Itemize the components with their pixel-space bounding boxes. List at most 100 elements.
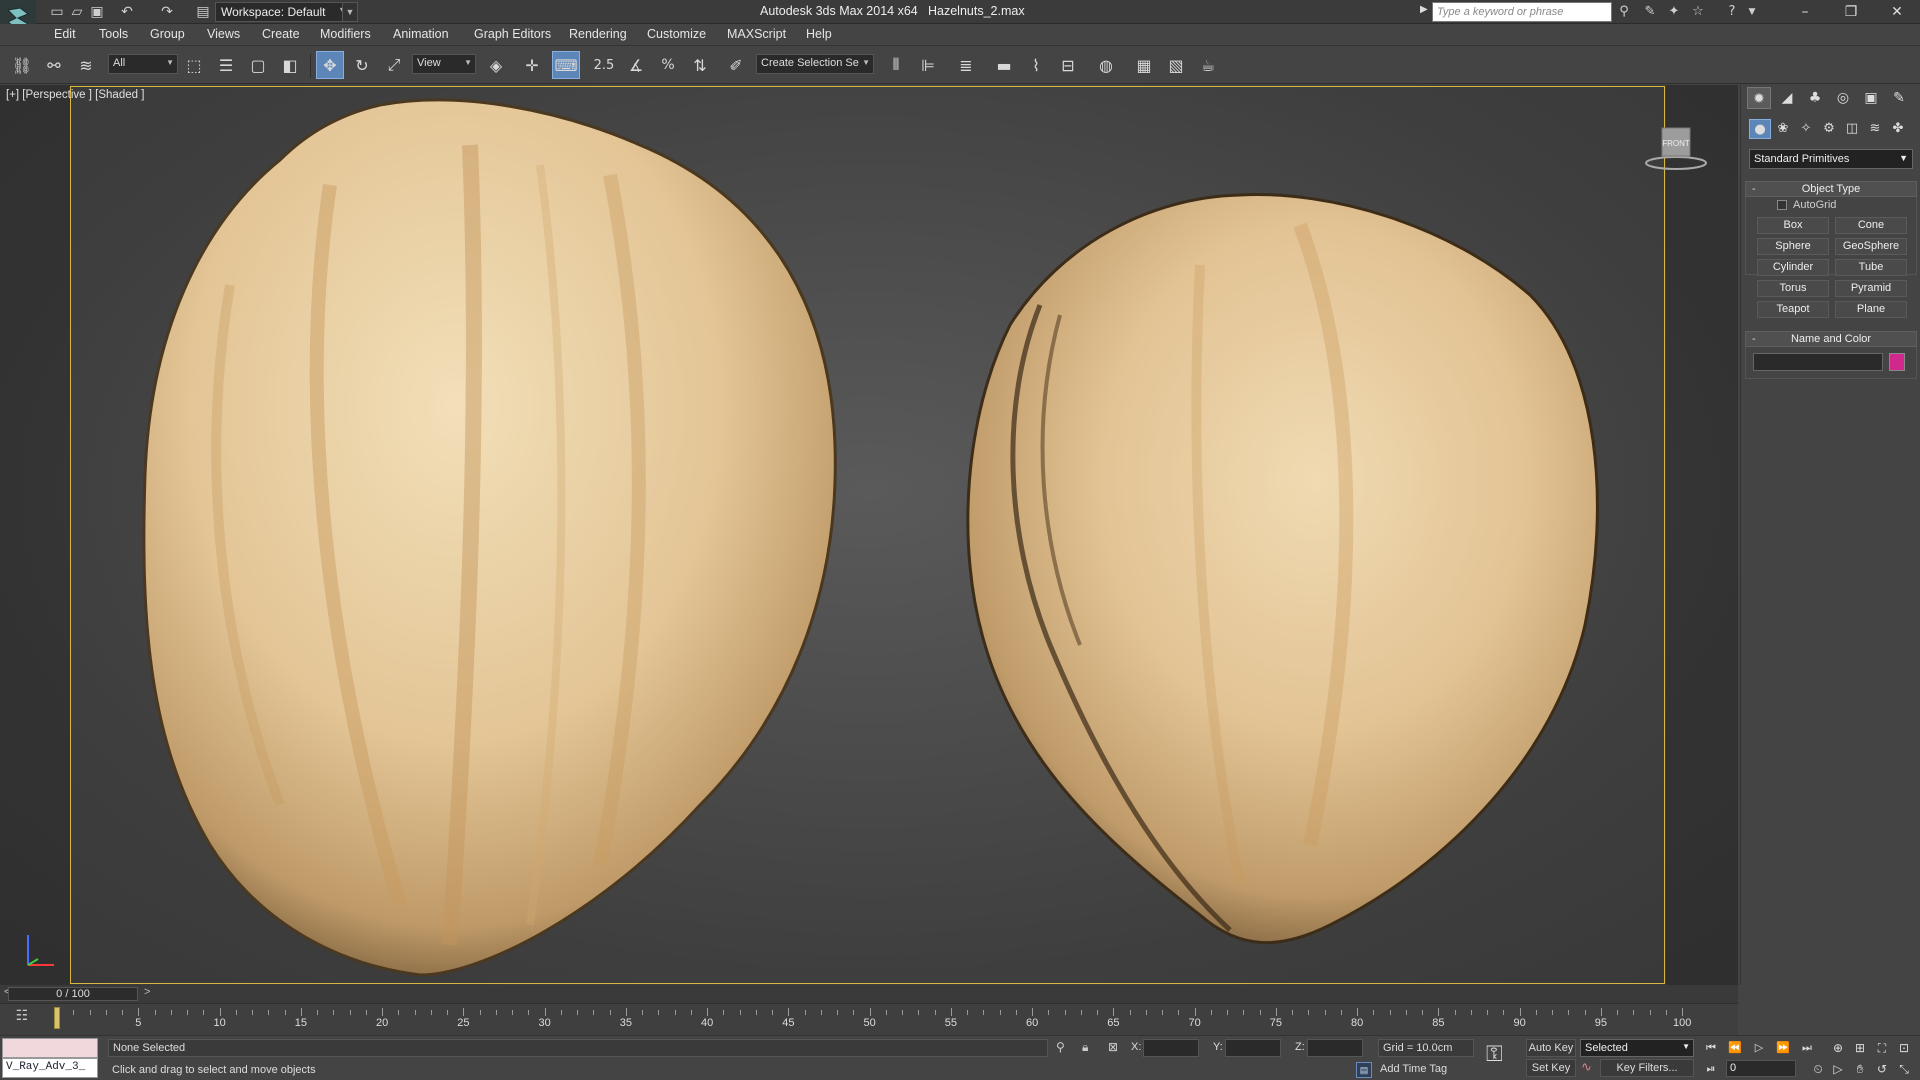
zoom-icon[interactable]: ⊕ bbox=[1828, 1039, 1848, 1057]
menu-modifiers[interactable]: Modifiers bbox=[320, 27, 371, 41]
select-and-link-icon[interactable]: ⛓ bbox=[8, 51, 36, 79]
selection-filter-dropdown[interactable]: All ▼ bbox=[108, 54, 178, 74]
add-time-tag[interactable]: Add Time Tag bbox=[1380, 1063, 1447, 1075]
percent-snap-icon[interactable]: % bbox=[654, 51, 682, 79]
spinner-snap-icon[interactable]: ⇅ bbox=[686, 51, 714, 79]
go-to-end-icon[interactable]: ⏭ bbox=[1796, 1039, 1818, 1057]
autogrid-checkbox[interactable]: AutoGrid bbox=[1777, 199, 1836, 211]
search-expand-icon[interactable]: ▶ bbox=[1420, 4, 1428, 15]
redo-icon[interactable]: ↷ bbox=[158, 3, 176, 21]
time-tag-icon[interactable]: ▤ bbox=[1356, 1062, 1372, 1078]
current-frame-field[interactable]: 0 bbox=[1726, 1060, 1796, 1077]
time-configuration-icon[interactable]: ⏲ bbox=[1808, 1060, 1828, 1078]
teapot-button[interactable]: Teapot bbox=[1757, 301, 1829, 318]
menu-animation[interactable]: Animation bbox=[393, 27, 449, 41]
angle-snap-icon[interactable]: ∡ bbox=[622, 51, 650, 79]
time-cursor[interactable] bbox=[54, 1007, 60, 1029]
field-of-view-icon[interactable]: ▷ bbox=[1828, 1060, 1848, 1078]
layer-manager-icon[interactable]: ≣ bbox=[952, 51, 980, 79]
maxscript-listener-pink[interactable] bbox=[2, 1038, 98, 1058]
lights-category-icon[interactable]: ✧ bbox=[1795, 119, 1817, 139]
schematic-view-icon[interactable]: ⊟ bbox=[1054, 51, 1082, 79]
project-folder-icon[interactable]: ▤ bbox=[194, 3, 212, 21]
torus-button[interactable]: Torus bbox=[1757, 280, 1829, 297]
zoom-extents-icon[interactable]: ⛶ bbox=[1872, 1039, 1892, 1057]
named-selection-dropdown[interactable]: Create Selection Se ▼ bbox=[756, 54, 874, 74]
menu-graph-editors[interactable]: Graph Editors bbox=[474, 27, 551, 41]
geosphere-button[interactable]: GeoSphere bbox=[1835, 238, 1907, 255]
plane-button[interactable]: Plane bbox=[1835, 301, 1907, 318]
hierarchy-tab-icon[interactable]: ♣ bbox=[1803, 87, 1827, 109]
zoom-all-icon[interactable]: ⊞ bbox=[1850, 1039, 1870, 1057]
y-coord-field[interactable] bbox=[1225, 1039, 1281, 1057]
unlink-selection-icon[interactable]: ⚯ bbox=[40, 51, 68, 79]
key-mode-toggle-icon[interactable]: ⏯ bbox=[1700, 1060, 1722, 1078]
menu-views[interactable]: Views bbox=[207, 27, 240, 41]
set-key-button[interactable]: Set Key bbox=[1526, 1059, 1576, 1077]
help-icon[interactable]: ? bbox=[1722, 3, 1742, 21]
orbit-icon[interactable]: ↺ bbox=[1872, 1060, 1892, 1078]
previous-frame-icon[interactable]: ⏪ bbox=[1724, 1039, 1746, 1057]
render-production-icon[interactable]: ☕ bbox=[1194, 51, 1222, 79]
edit-named-selection-icon[interactable]: ✐ bbox=[722, 51, 750, 79]
help-dropdown-icon[interactable]: ▼ bbox=[1742, 3, 1762, 21]
time-slider[interactable]: 0 / 100 bbox=[8, 987, 138, 1001]
save-file-icon[interactable]: ▣ bbox=[88, 3, 106, 21]
cone-button[interactable]: Cone bbox=[1835, 217, 1907, 234]
reference-coordinate-dropdown[interactable]: View ▼ bbox=[412, 54, 476, 74]
default-tangent-icon[interactable]: ∿ bbox=[1581, 1060, 1592, 1075]
minimize-icon[interactable]: – bbox=[1782, 0, 1828, 24]
display-tab-icon[interactable]: ▣ bbox=[1859, 87, 1883, 109]
keyboard-shortcut-override-icon[interactable]: ⌨ bbox=[552, 51, 580, 79]
auto-key-button[interactable]: Auto Key bbox=[1526, 1039, 1576, 1057]
tube-button[interactable]: Tube bbox=[1835, 259, 1907, 276]
key-filters-button[interactable]: Key Filters... bbox=[1600, 1059, 1694, 1077]
mini-curve-editor-icon[interactable]: ☷ bbox=[8, 1008, 36, 1030]
object-category-dropdown[interactable]: Standard Primitives ▼ bbox=[1749, 149, 1913, 169]
undo-icon[interactable]: ↶ bbox=[118, 3, 136, 21]
systems-category-icon[interactable]: ✤ bbox=[1887, 119, 1909, 139]
menu-customize[interactable]: Customize bbox=[647, 27, 706, 41]
z-coord-field[interactable] bbox=[1307, 1039, 1363, 1057]
menu-help[interactable]: Help bbox=[806, 27, 832, 41]
motion-tab-icon[interactable]: ◎ bbox=[1831, 87, 1855, 109]
binoculars-icon[interactable]: ⚲ bbox=[1614, 3, 1634, 21]
key-mode-dropdown[interactable]: Selected ▼ bbox=[1580, 1039, 1694, 1057]
align-icon[interactable]: ⊫ bbox=[914, 51, 942, 79]
rectangular-selection-icon[interactable]: ▢ bbox=[244, 51, 272, 79]
go-to-start-icon[interactable]: ⏮ bbox=[1700, 1039, 1722, 1057]
zoom-extents-all-icon[interactable]: ⊡ bbox=[1894, 1039, 1914, 1057]
select-and-scale-icon[interactable]: ⤢ bbox=[380, 51, 408, 79]
modify-tab-icon[interactable]: ◢ bbox=[1775, 87, 1799, 109]
menu-edit[interactable]: Edit bbox=[54, 27, 76, 41]
bind-to-space-warp-icon[interactable]: ≋ bbox=[72, 51, 100, 79]
set-keys-icon[interactable]: ⚿ bbox=[1486, 1042, 1503, 1067]
snap-toggle-icon[interactable]: 2.5 bbox=[590, 51, 618, 79]
select-object-icon[interactable]: ⬚ bbox=[180, 51, 208, 79]
cylinder-button[interactable]: Cylinder bbox=[1757, 259, 1829, 276]
close-icon[interactable]: ✕ bbox=[1874, 0, 1920, 24]
sphere-button[interactable]: Sphere bbox=[1757, 238, 1829, 255]
render-setup-icon[interactable]: ▦ bbox=[1130, 51, 1158, 79]
viewcube-icon[interactable]: FRONT bbox=[1640, 120, 1712, 175]
helpers-category-icon[interactable]: ◫ bbox=[1841, 119, 1863, 139]
select-and-move-icon[interactable]: ✥ bbox=[316, 51, 344, 79]
menu-group[interactable]: Group bbox=[150, 27, 185, 41]
mirror-icon[interactable]: ⫴ bbox=[882, 51, 910, 79]
menu-rendering[interactable]: Rendering bbox=[569, 27, 627, 41]
favorites-star-icon[interactable]: ☆ bbox=[1688, 3, 1708, 21]
material-editor-icon[interactable]: ◍ bbox=[1092, 51, 1120, 79]
menu-maxscript[interactable]: MAXScript bbox=[727, 27, 786, 41]
maximize-viewport-icon[interactable]: ⤡ bbox=[1894, 1060, 1914, 1078]
open-file-icon[interactable]: ▱ bbox=[68, 3, 86, 21]
maxscript-mini-listener[interactable]: V_Ray_Adv_3_ bbox=[2, 1058, 98, 1078]
object-name-field[interactable] bbox=[1753, 353, 1883, 371]
perspective-viewport[interactable]: [+] [Perspective ] [Shaded ] FRONT bbox=[0, 85, 1738, 985]
restore-icon[interactable]: ❐ bbox=[1828, 0, 1874, 24]
object-type-rollout-header[interactable]: - Object Type bbox=[1745, 181, 1917, 197]
x-coord-field[interactable] bbox=[1143, 1039, 1199, 1057]
name-color-rollout-header[interactable]: - Name and Color bbox=[1745, 331, 1917, 347]
workspace-dropdown[interactable]: Workspace: Default▼ bbox=[215, 2, 351, 22]
select-by-name-icon[interactable]: ☰ bbox=[212, 51, 240, 79]
time-next-icon[interactable]: > bbox=[144, 986, 150, 998]
